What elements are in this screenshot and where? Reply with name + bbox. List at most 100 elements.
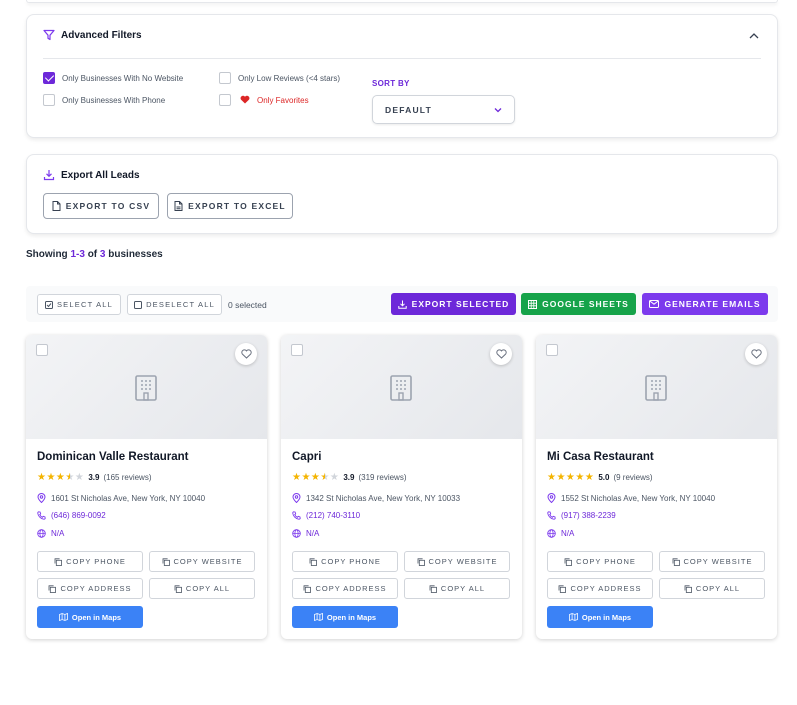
select-card-checkbox[interactable]: [291, 344, 303, 356]
business-rating: ★★★★★ 3.9 (319 reviews): [292, 472, 406, 483]
google-sheets-button[interactable]: GOOGLE SHEETS: [521, 293, 636, 315]
copy-icon: [672, 557, 680, 566]
map-pin-icon: [37, 493, 46, 503]
business-image-placeholder: [281, 335, 522, 439]
globe-icon: [547, 529, 556, 538]
with-phone-checkbox[interactable]: [43, 94, 55, 106]
copy-website-button[interactable]: COPY WEBSITE: [404, 551, 510, 572]
map-icon: [569, 613, 578, 621]
business-image-placeholder: [26, 335, 267, 439]
low-reviews-checkbox[interactable]: [219, 72, 231, 84]
generate-emails-label: GENERATE EMAILS: [664, 299, 761, 309]
results-of: of: [87, 249, 98, 260]
filters-header[interactable]: Advanced Filters: [43, 29, 142, 41]
copy-all-label: COPY ALL: [695, 584, 741, 593]
business-address: 1552 St Nicholas Ave, New York, NY 10040: [547, 493, 715, 503]
business-address: 1601 St Nicholas Ave, New York, NY 10040: [37, 493, 205, 503]
copy-website-button[interactable]: COPY WEBSITE: [659, 551, 765, 572]
business-name: Capri: [292, 451, 322, 463]
business-card: Capri ★★★★★ 3.9 (319 reviews) 1342 St Ni…: [281, 335, 522, 639]
copy-icon: [564, 557, 572, 566]
business-phone[interactable]: (917) 388-2239: [547, 511, 616, 520]
chevron-up-icon[interactable]: [747, 29, 761, 43]
copy-phone-button[interactable]: COPY PHONE: [292, 551, 398, 572]
copy-phone-button[interactable]: COPY PHONE: [547, 551, 653, 572]
globe-icon: [37, 529, 46, 538]
open-in-maps-button[interactable]: Open in Maps: [37, 606, 143, 628]
copy-phone-button[interactable]: COPY PHONE: [37, 551, 143, 572]
deselect-all-button[interactable]: DESELECT ALL: [127, 294, 222, 315]
rating-score: 5.0: [598, 473, 610, 482]
select-all-button[interactable]: SELECT ALL: [37, 294, 121, 315]
copy-website-label: COPY WEBSITE: [683, 557, 753, 566]
copy-all-button[interactable]: COPY ALL: [149, 578, 255, 599]
export-title: Export All Leads: [61, 169, 140, 181]
favorite-button[interactable]: [745, 343, 767, 365]
open-in-maps-label: Open in Maps: [71, 612, 122, 622]
business-phone[interactable]: (646) 869-0092: [37, 511, 106, 520]
business-website: N/A: [37, 529, 64, 538]
website-text: N/A: [561, 529, 575, 538]
select-card-checkbox[interactable]: [36, 344, 48, 356]
favorite-button[interactable]: [490, 343, 512, 365]
business-address: 1342 St Nicholas Ave, New York, NY 10033: [292, 493, 460, 503]
favorite-button[interactable]: [235, 343, 257, 365]
copy-icon: [304, 584, 312, 593]
phone-text: (212) 740-3110: [306, 511, 361, 520]
filters-divider: [43, 58, 761, 59]
copy-website-button[interactable]: COPY WEBSITE: [149, 551, 255, 572]
export-selected-label: EXPORT SELECTED: [411, 299, 510, 309]
export-csv-button[interactable]: EXPORT TO CSV: [43, 193, 159, 219]
generate-emails-button[interactable]: GENERATE EMAILS: [642, 293, 768, 315]
business-name: Mi Casa Restaurant: [547, 451, 654, 463]
export-selected-button[interactable]: EXPORT SELECTED: [391, 293, 516, 315]
export-excel-button[interactable]: EXPORT TO EXCEL: [167, 193, 293, 219]
copy-address-label: COPY ADDRESS: [570, 584, 642, 593]
export-excel-label: EXPORT TO EXCEL: [188, 201, 286, 211]
copy-address-button[interactable]: COPY ADDRESS: [37, 578, 143, 599]
copy-icon: [684, 584, 692, 593]
phone-icon: [292, 511, 301, 520]
business-rating: ★★★★★ 5.0 (9 reviews): [547, 472, 653, 483]
review-count: (319 reviews): [358, 473, 407, 482]
favorites-label: Only Favorites: [257, 96, 309, 105]
address-text: 1601 St Nicholas Ave, New York, NY 10040: [51, 493, 206, 503]
sort-value: DEFAULT: [385, 105, 432, 115]
business-image-placeholder: [536, 335, 777, 439]
previous-panel-edge: [26, 0, 778, 3]
selected-count: 0 selected: [228, 300, 267, 310]
business-rating: ★★★★★ 3.9 (165 reviews): [37, 472, 151, 483]
sort-select[interactable]: DEFAULT: [372, 95, 515, 124]
bulk-actions-toolbar: SELECT ALL DESELECT ALL 0 selected EXPOR…: [26, 286, 778, 322]
rating-score: 3.9: [88, 473, 100, 482]
copy-address-button[interactable]: COPY ADDRESS: [547, 578, 653, 599]
open-in-maps-button[interactable]: Open in Maps: [292, 606, 398, 628]
favorites-checkbox[interactable]: [219, 94, 231, 106]
business-website: N/A: [292, 529, 319, 538]
results-count: Showing 1-3 of 3 businesses: [26, 249, 163, 260]
copy-icon: [417, 557, 425, 566]
building-icon: [135, 375, 157, 401]
file-icon: [174, 201, 183, 211]
copy-all-label: COPY ALL: [185, 584, 231, 593]
open-in-maps-button[interactable]: Open in Maps: [547, 606, 653, 628]
open-in-maps-label: Open in Maps: [326, 612, 377, 622]
copy-icon: [174, 584, 182, 593]
phone-text: (646) 869-0092: [51, 511, 106, 520]
no-website-checkbox[interactable]: [43, 72, 55, 84]
select-card-checkbox[interactable]: [546, 344, 558, 356]
copy-address-label: COPY ADDRESS: [60, 584, 132, 593]
business-phone[interactable]: (212) 740-3110: [292, 511, 360, 520]
map-icon: [314, 613, 323, 621]
export-header: Export All Leads: [43, 169, 140, 181]
copy-all-button[interactable]: COPY ALL: [659, 578, 765, 599]
copy-phone-label: COPY PHONE: [66, 557, 126, 566]
copy-address-button[interactable]: COPY ADDRESS: [292, 578, 398, 599]
heart-outline-icon: [750, 349, 762, 359]
business-website: N/A: [547, 529, 574, 538]
map-icon: [59, 613, 68, 621]
copy-all-button[interactable]: COPY ALL: [404, 578, 510, 599]
chevron-down-icon: [494, 108, 502, 113]
results-suffix: businesses: [108, 249, 163, 260]
results-total: 3: [99, 249, 106, 260]
